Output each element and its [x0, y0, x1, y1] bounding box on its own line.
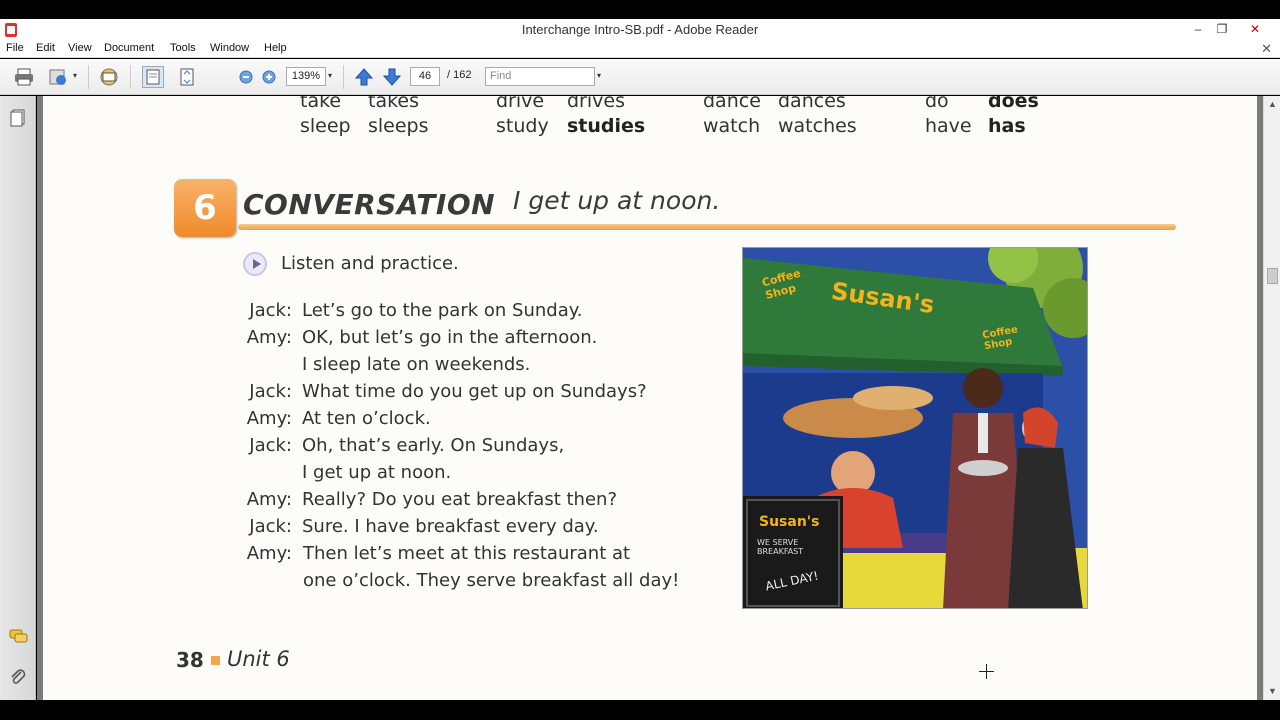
zoom-dropdown-icon[interactable]: ▾ — [328, 71, 332, 80]
speaker-label: Jack: — [249, 435, 292, 456]
title-bar: Interchange Intro-SB.pdf - Adobe Reader … — [0, 19, 1280, 41]
speaker-label: Amy: — [246, 489, 292, 510]
scrollbar-thumb[interactable] — [1267, 268, 1278, 284]
verb-take: take — [300, 96, 342, 112]
print-icon[interactable] — [13, 66, 35, 88]
window-title: Interchange Intro-SB.pdf - Adobe Reader — [521, 22, 759, 37]
navigation-pane — [0, 96, 36, 700]
line-text: one o’clock. They serve breakfast all da… — [303, 570, 680, 591]
minimize-button[interactable]: – — [1185, 20, 1211, 38]
toolbar: ▾ 139% ▾ 46 / 162 Find ▾ — [0, 59, 1280, 95]
zoom-level-field[interactable]: 139% — [286, 67, 326, 86]
fit-page-icon[interactable] — [176, 66, 198, 88]
audio-play-icon[interactable] — [243, 252, 267, 276]
page-number-field[interactable]: 46 — [410, 67, 440, 86]
line-text: At ten o’clock. — [302, 408, 431, 429]
comments-icon[interactable] — [9, 628, 28, 648]
line-text: OK, but let’s go in the afternoon. — [302, 327, 598, 348]
line-text: I get up at noon. — [302, 462, 452, 483]
section-number-badge: 6 — [174, 179, 236, 237]
document-viewport[interactable]: take takes drive drives dance dances do … — [37, 96, 1263, 700]
speaker-label: Amy: — [246, 327, 292, 348]
section-title: CONVERSATION — [243, 188, 496, 221]
speaker-label: Jack: — [249, 300, 292, 321]
find-field[interactable]: Find — [485, 67, 595, 86]
instruction-text: Listen and practice. — [281, 253, 459, 274]
find-dropdown-icon[interactable]: ▾ — [597, 71, 601, 80]
speaker-label: Amy: — [246, 543, 292, 564]
verb-have: have — [925, 115, 972, 137]
verb-dances: dances — [778, 96, 846, 112]
line-text: Then let’s meet at this restaurant at — [303, 543, 631, 564]
verb-watches: watches — [778, 115, 857, 137]
verb-dance: dance — [703, 96, 761, 112]
verb-drives: drives — [567, 96, 625, 112]
menu-window[interactable]: Window — [210, 42, 249, 54]
zoom-out-icon[interactable] — [235, 66, 257, 88]
speaker-label: Jack: — [249, 381, 292, 402]
menu-tools[interactable]: Tools — [170, 42, 196, 54]
verb-sleep: sleep — [300, 115, 351, 137]
line-text: I sleep late on weekends. — [302, 354, 531, 375]
page-number: 38 — [176, 648, 204, 672]
toolbar-divider — [130, 65, 131, 89]
previous-page-icon[interactable] — [353, 66, 375, 88]
section-divider — [238, 224, 1176, 230]
share-icon[interactable] — [47, 66, 69, 88]
pages-panel-icon[interactable] — [9, 108, 27, 128]
vertical-scrollbar[interactable]: ▲ ▼ — [1263, 96, 1280, 700]
toolbar-divider — [343, 65, 344, 89]
menu-edit[interactable]: Edit — [36, 42, 55, 54]
verb-watch: watch — [703, 115, 761, 137]
line-text: Oh, that’s early. On Sundays, — [302, 435, 565, 456]
verb-do: do — [925, 96, 949, 112]
menu-document[interactable]: Document — [104, 42, 154, 54]
line-text: What time do you get up on Sundays? — [302, 381, 647, 402]
line-text: Let’s go to the park on Sunday. — [302, 300, 583, 321]
restore-button[interactable]: ❐ — [1209, 20, 1235, 38]
speaker-label: Jack: — [249, 516, 292, 537]
verb-drive: drive — [496, 96, 545, 112]
menu-file[interactable]: File — [6, 42, 24, 54]
verb-sleeps: sleeps — [368, 115, 429, 137]
board-title: Susan's — [759, 514, 820, 530]
pdf-page: take takes drive drives dance dances do … — [43, 96, 1257, 700]
line-text: Sure. I have breakfast every day. — [302, 516, 599, 537]
menu-help[interactable]: Help — [264, 42, 287, 54]
collaborate-icon[interactable] — [98, 66, 120, 88]
menu-bar: File Edit View Document Tools Window Hel… — [0, 41, 1280, 58]
speaker-label: Amy: — [246, 408, 292, 429]
section-subtitle: I get up at noon. — [513, 186, 721, 215]
footer-bullet — [211, 656, 220, 665]
scroll-up-icon[interactable]: ▲ — [1268, 99, 1277, 109]
move-cursor-icon — [979, 664, 994, 679]
verb-does: does — [988, 96, 1039, 112]
attachments-icon[interactable] — [9, 668, 27, 688]
board-text: WE SERVE BREAKFAST — [757, 538, 804, 556]
menu-view[interactable]: View — [68, 42, 92, 54]
zoom-in-icon[interactable] — [258, 66, 280, 88]
verb-studies: studies — [567, 115, 646, 137]
verb-has: has — [988, 115, 1026, 137]
fit-width-icon[interactable] — [142, 66, 164, 88]
page-total: / 162 — [447, 69, 472, 81]
coffee-shop-illustration: Susan's Coffee Shop Coffee Shop Susan's … — [742, 247, 1088, 609]
verb-takes: takes — [368, 96, 420, 112]
toolbar-divider — [88, 65, 89, 89]
line-text: Really? Do you eat breakfast then? — [302, 489, 617, 510]
unit-label: Unit 6 — [227, 647, 290, 671]
close-document-icon[interactable]: ✕ — [1261, 41, 1272, 57]
next-page-icon[interactable] — [381, 66, 403, 88]
scroll-down-icon[interactable]: ▼ — [1268, 686, 1277, 696]
verb-study: study — [496, 115, 549, 137]
close-button[interactable]: ✕ — [1242, 20, 1268, 38]
share-dropdown-icon[interactable]: ▾ — [73, 71, 77, 80]
